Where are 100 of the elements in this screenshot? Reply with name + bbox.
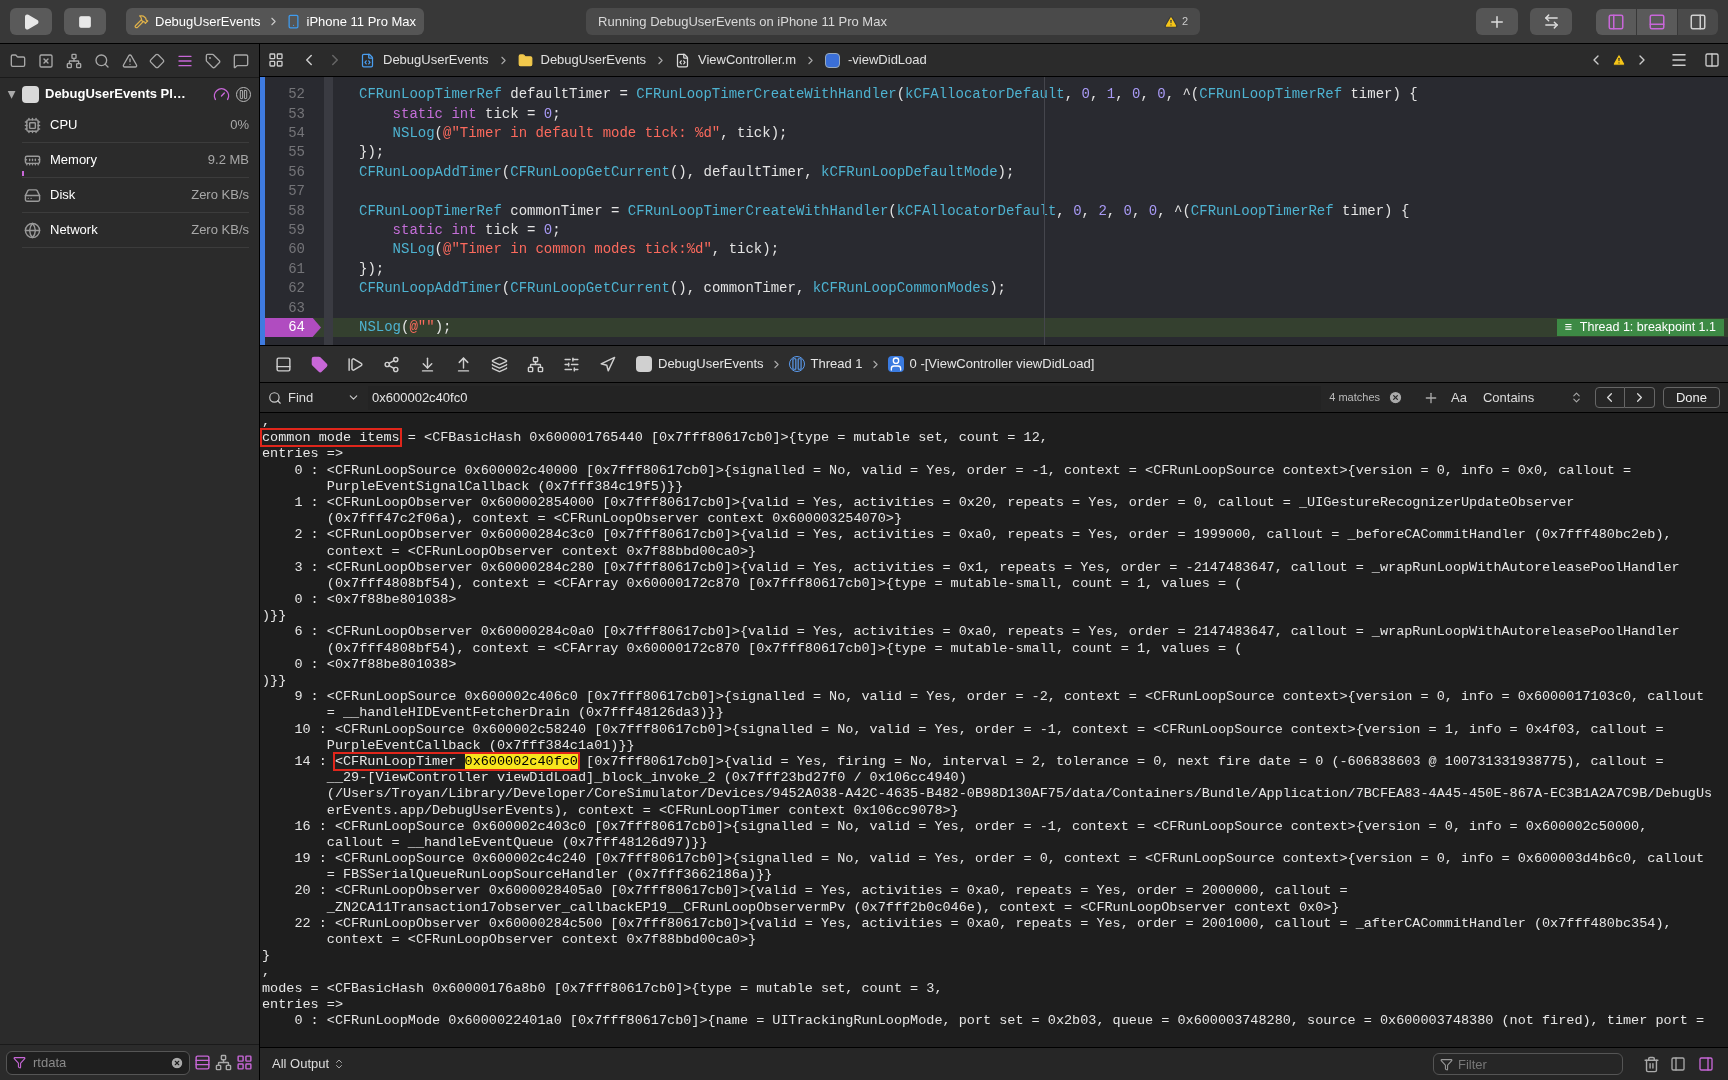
- debug-path-item[interactable]: 0 -[ViewController viewDidLoad]: [909, 354, 1095, 374]
- console-line: = __handleHIDEventFetcherDrain (0x7fff48126da3)}}: [325, 705, 725, 722]
- code-line: static int tick = 0;: [391, 220, 561, 240]
- line-number: 60: [287, 240, 306, 260]
- code-line: CFRunLoopTimerRef defaultTimer = CFRunLoopTimerCreateWithHandler(kCFAllocatorDefault, 0, 1, 0, 0, ^(CFRunLoopTimerRef timer) {: [359, 85, 1418, 105]
- console-line: (0x7fff4808bf54), context = <CFArray 0x60000172c870 [0x7fff80617cb0]>{type = mutable-small, count = 1, values = (: [325, 575, 1244, 593]
- stop-icon: [78, 14, 92, 29]
- panel-toggle[interactable]: [1637, 8, 1677, 35]
- sliders-icon: [562, 355, 580, 373]
- gauge-row[interactable]: Network Zero KB/s: [22, 213, 249, 248]
- project-icon: [360, 52, 375, 68]
- grid-icon[interactable]: [268, 52, 284, 68]
- library-button[interactable]: [1476, 8, 1518, 35]
- gauge-value: 9.2 MB: [207, 151, 249, 170]
- disclosure-triangle[interactable]: ▶: [4, 90, 20, 98]
- debug-path-item[interactable]: DebugUserEvents: [658, 354, 764, 374]
- run-button[interactable]: [10, 8, 52, 35]
- console-line: }: [262, 948, 272, 965]
- console-line: callout = __handleEventQueue (0x7fff48126d97)}}: [325, 834, 709, 852]
- breakpoint-marker[interactable]: 64: [265, 317, 321, 338]
- panel-icon: [1689, 12, 1707, 31]
- hierarchy-icon: [526, 355, 544, 373]
- swap-icon: [1542, 13, 1560, 30]
- line-number: 56: [287, 162, 306, 182]
- gauge-value: Zero KB/s: [191, 186, 249, 205]
- process-filter-field[interactable]: rtdata: [6, 1050, 190, 1075]
- console-line: 10 : <CFRunLoopSource 0x600002c58240 [0x7fff80617cb0]>{signalled = No, valid = Yes, order = -1, context = <CFRunLoopSource context>{version = 1, info = 0x4f03, callout =: [293, 721, 1665, 738]
- console-line: (0x7fff47c2f06a), context = <CFRunLoopObserver context 0x600003254070>}: [325, 511, 903, 528]
- warning-icon[interactable]: [1612, 53, 1626, 67]
- console-line: 1 : <CFRunLoopObserver 0x600002854000 [0x7fff80617cb0]>{valid = Yes, activities = 0x20, repeats = Yes, order = 0, callout = _UIGestureRecognizerUpdateObserver: [293, 494, 1576, 512]
- console-filter-field[interactable]: Filter: [1433, 1053, 1623, 1075]
- jump-bar-item[interactable]: -viewDidLoad: [848, 50, 927, 70]
- location-icon: [598, 355, 616, 373]
- match-count: 4 matches: [1329, 390, 1380, 406]
- globe-icon: [23, 221, 41, 239]
- stop-button[interactable]: [64, 8, 106, 35]
- done-button[interactable]: Done: [1662, 387, 1720, 408]
- gauge-value: Zero KB/s: [191, 221, 249, 240]
- console-line: 0 : <0x7f88be801038>: [293, 592, 458, 609]
- process-name: DebugUserEvents Pl…: [45, 85, 186, 104]
- console-line: )}}: [262, 673, 288, 690]
- panel-toggle[interactable]: [1678, 8, 1718, 35]
- line-number: 62: [287, 279, 306, 299]
- lines-icon[interactable]: [1670, 51, 1688, 69]
- jump-bar-item[interactable]: DebugUserEvents: [383, 50, 489, 70]
- gauge-row[interactable]: Disk Zero KB/s: [22, 178, 249, 213]
- split-icon[interactable]: [1704, 52, 1720, 68]
- panel-icon: [274, 355, 292, 373]
- console-line: 0 : <CFRunLoopMode 0x6000022401a0 [0x7fff80617cb0]>{name = UITrackingRunLoopMode, port set = 0x2b03, queue = 0x600003748280, source = 0x600003748380 (not fired), timer port =: [293, 1012, 1706, 1030]
- gauge-row[interactable]: CPU 0%: [22, 108, 249, 143]
- match-type-selector[interactable]: Contains: [1478, 387, 1587, 408]
- console-line: ,: [262, 964, 272, 981]
- line-number: 59: [287, 220, 306, 240]
- panel-toggle[interactable]: [1596, 8, 1636, 35]
- clear-icon[interactable]: [1388, 390, 1403, 405]
- console-line: PurpleEventCallback (0x7fff384c1a01)}}: [325, 737, 636, 754]
- console-line: 3 : <CFRunLoopObserver 0x60000284c280 [0x7fff80617cb0]>{valid = Yes, activities = 0x1, repeats = Yes, order = -2147483647, callout = _wrapRunLoopWithAutoreleasePoolHandler: [293, 559, 1681, 576]
- console-line: __29-[ViewController viewDidLoad]_block_invoke_2 (0x7fff23bd27f0 / 0x106cc4940): [325, 770, 968, 787]
- file-icon: [675, 52, 690, 68]
- line-number: 54: [287, 124, 306, 143]
- find-bar[interactable]: Find 0x600002c40fc0 4 matches Aa Contains Done: [260, 383, 1728, 413]
- frames-icon[interactable]: [194, 1054, 211, 1071]
- code-review-button[interactable]: [1530, 8, 1572, 35]
- gauge-icon: [213, 85, 230, 103]
- activity-status: Running DebugUserEvents on iPhone 11 Pro Max: [598, 12, 887, 31]
- code-line: });: [359, 259, 385, 279]
- panel-icon: [1698, 1056, 1714, 1072]
- person-icon: [887, 356, 904, 372]
- grid-icon[interactable]: [236, 1054, 253, 1071]
- output-selector[interactable]: All Output: [272, 1054, 346, 1074]
- code-line: CFRunLoopTimerRef commonTimer = CFRunLoopTimerCreateWithHandler(kCFAllocatorDefault, 0, 2, 0, 0, ^(CFRunLoopTimerRef timer) {: [359, 201, 1410, 221]
- gauge-label: Disk: [50, 186, 76, 205]
- gauge-value: 0%: [230, 116, 249, 135]
- console-line: entries =>: [262, 446, 344, 463]
- code-line: NSLog(@"");: [359, 317, 452, 337]
- tag-icon: [310, 355, 328, 373]
- code-line: CFRunLoopAddTimer(CFRunLoopGetCurrent(), commonTimer, kCFRunLoopCommonModes);: [359, 279, 1006, 299]
- console-line: _ZN2CA11Transaction17observer_callbackEP19__CFRunLoopObservermPv (0x7fff2b0c046e), context = <CFRunLoopObserver context 0x0>}: [325, 899, 1341, 916]
- view-toggle[interactable]: [1696, 1054, 1716, 1074]
- play-icon: [22, 12, 40, 31]
- jump-bar-item[interactable]: DebugUserEvents: [540, 50, 646, 70]
- hammer-icon: [134, 14, 149, 29]
- console-line: entries =>: [262, 996, 344, 1013]
- jump-bar-item[interactable]: ViewController.m: [698, 50, 797, 70]
- console-line: 0 : <CFRunLoopSource 0x600002c40000 [0x7fff80617cb0]>{signalled = No, valid = Yes, order = -1, context = <CFRunLoopSource context>{version = 0, info = 0x0, callout =: [293, 462, 1633, 479]
- previous-match-button[interactable]: [1594, 387, 1625, 408]
- find-mode-selector[interactable]: Find: [268, 387, 360, 408]
- scheme-selector[interactable]: DebugUserEvents iPhone 11 Pro Max: [126, 8, 425, 35]
- case-button[interactable]: Aa: [1447, 387, 1471, 408]
- hierarchy-icon[interactable]: [215, 1054, 232, 1071]
- console-line: common mode items = <CFBasicHash 0x600001765440 [0x7fff80617cb0]>{type = mutable set, count = 12,: [262, 430, 1049, 447]
- debug-path-item[interactable]: Thread 1: [810, 354, 863, 374]
- view-toggle[interactable]: [1668, 1054, 1688, 1074]
- clear-icon[interactable]: [170, 1055, 184, 1070]
- trash-icon[interactable]: [1643, 1055, 1660, 1073]
- console-line: modes = <CFBasicHash 0x60000176a8b0 [0x7fff80617cb0]>{type = mutable set, count = 3,: [262, 980, 944, 997]
- warning-count: 2: [1182, 14, 1189, 30]
- next-match-button[interactable]: [1624, 387, 1655, 408]
- gauge-row[interactable]: Memory 9.2 MB: [22, 143, 249, 178]
- panel-icon: [1670, 1056, 1686, 1072]
